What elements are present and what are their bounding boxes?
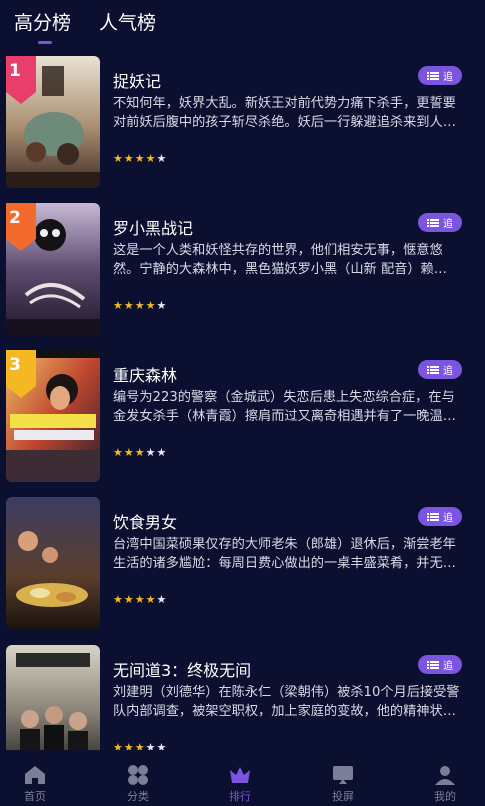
list-icon: [427, 660, 439, 670]
star-icon: ★: [145, 593, 156, 606]
star-rating: ★ ★ ★ ★ ★: [113, 593, 166, 607]
category-icon: [128, 765, 148, 785]
movie-title[interactable]: 重庆森林: [113, 362, 177, 386]
nav-label: 我的: [434, 790, 456, 803]
profile-icon: [435, 766, 455, 785]
star-icon: ★: [156, 593, 167, 606]
home-icon: [25, 766, 45, 784]
list-icon: [427, 218, 439, 228]
nav-category[interactable]: 分类: [108, 760, 168, 804]
list-icon: [427, 71, 439, 81]
star-rating: ★ ★ ★ ★ ★: [113, 446, 166, 460]
star-icon: ★: [145, 741, 156, 750]
tab-top-rated[interactable]: 高分榜: [14, 8, 71, 35]
nav-home[interactable]: 首页: [5, 760, 65, 804]
rank-number: 1: [9, 61, 21, 81]
star-icon: ★: [123, 299, 134, 312]
star-icon: ★: [145, 299, 156, 312]
ranking-list[interactable]: 1 捉妖记 不知何年，妖界大乱。新妖王对前代势力痛下杀手，更誓要对前妖后腹中的孩…: [0, 56, 485, 750]
star-icon: ★: [134, 593, 145, 606]
star-rating: ★ ★ ★ ★ ★: [113, 299, 166, 313]
rank-badge: 2: [6, 203, 36, 251]
star-icon: ★: [156, 152, 167, 165]
follow-label: 追: [443, 72, 453, 83]
star-icon: ★: [145, 152, 156, 165]
star-icon: ★: [113, 299, 123, 312]
star-icon: ★: [113, 593, 123, 606]
star-icon: ★: [113, 446, 123, 459]
rank-badge: 1: [6, 56, 36, 104]
active-tab-indicator: [38, 41, 52, 44]
bottom-nav: 首页 分类 排行 投屏 我的: [0, 756, 485, 806]
nav-label: 排行: [229, 790, 251, 803]
star-icon: ★: [134, 152, 145, 165]
follow-label: 追: [443, 219, 453, 230]
cast-screen-icon: [333, 766, 353, 784]
star-icon: ★: [156, 741, 167, 750]
movie-title[interactable]: 无间道3：终极无间: [113, 657, 251, 681]
movie-description: 这是一个人类和妖怪共存的世界，他们相安无事，惬意悠然。宁静的大森林中，黑色猫妖罗…: [113, 243, 447, 277]
star-icon: ★: [123, 593, 134, 606]
follow-button[interactable]: 追: [418, 66, 462, 85]
movie-description: 刘建明（刘德华）在陈永仁（梁朝伟）被杀10个月后接受警队内部调查，被架空职权，加…: [113, 685, 460, 719]
star-icon: ★: [156, 446, 167, 459]
star-icon: ★: [145, 446, 156, 459]
list-item[interactable]: 1 捉妖记 不知何年，妖界大乱。新妖王对前代势力痛下杀手，更誓要对前妖后腹中的孩…: [0, 56, 485, 188]
movie-poster[interactable]: [6, 645, 100, 750]
follow-button[interactable]: 追: [418, 655, 462, 674]
follow-label: 追: [443, 366, 453, 377]
nav-profile[interactable]: 我的: [415, 760, 475, 804]
ranking-crown-icon: [230, 767, 250, 783]
nav-label: 首页: [24, 790, 46, 803]
movie-description: 不知何年，妖界大乱。新妖王对前代势力痛下杀手，更誓要对前妖后腹中的孩子斩尽杀绝。…: [113, 96, 456, 130]
rank-number: 2: [9, 208, 21, 228]
star-icon: ★: [134, 741, 145, 750]
list-item[interactable]: 无间道3：终极无间 刘建明（刘德华）在陈永仁（梁朝伟）被杀10个月后接受警队内部…: [0, 645, 485, 750]
star-rating: ★ ★ ★ ★ ★: [113, 741, 166, 750]
movie-title[interactable]: 捉妖记: [113, 68, 161, 92]
star-icon: ★: [123, 152, 134, 165]
follow-label: 追: [443, 513, 453, 524]
star-rating: ★ ★ ★ ★ ★: [113, 152, 166, 166]
follow-button[interactable]: 追: [418, 360, 462, 379]
movie-title[interactable]: 罗小黑战记: [113, 215, 193, 239]
nav-ranking[interactable]: 排行: [210, 760, 270, 804]
star-icon: ★: [134, 299, 145, 312]
app-root: 高分榜 人气榜 1 捉妖记 不知何年，妖界大乱。新妖王对前代势力痛下杀手，更誓要…: [0, 0, 485, 806]
movie-description: 编号为223的警察（金城武）失恋后患上失恋综合症，在与金发女杀手（林青霞）擦肩而…: [113, 390, 456, 424]
list-item[interactable]: 2 罗小黑战记 这是一个人类和妖怪共存的世界，他们相安无事，惬意悠然。宁静的大森…: [0, 203, 485, 335]
rank-badge: 3: [6, 350, 36, 398]
star-icon: ★: [123, 446, 134, 459]
tab-popular[interactable]: 人气榜: [99, 8, 156, 35]
follow-button[interactable]: 追: [418, 213, 462, 232]
nav-label: 投屏: [332, 790, 354, 803]
list-item[interactable]: 3 重庆森林 编号为223的警察（金城武）失恋后患上失恋综合症，在与金发女杀手（…: [0, 350, 485, 482]
star-icon: ★: [113, 152, 123, 165]
nav-cast[interactable]: 投屏: [313, 760, 373, 804]
follow-button[interactable]: 追: [418, 507, 462, 526]
star-icon: ★: [134, 446, 145, 459]
movie-title[interactable]: 饮食男女: [113, 509, 177, 533]
movie-description: 台湾中国菜硕果仅存的大师老朱（郎雄）退休后，渐尝老年生活的诸多尴尬：每周日费心做…: [113, 537, 456, 571]
list-icon: [427, 512, 439, 522]
list-item[interactable]: 饮食男女 台湾中国菜硕果仅存的大师老朱（郎雄）退休后，渐尝老年生活的诸多尴尬：每…: [0, 497, 485, 629]
star-icon: ★: [123, 741, 134, 750]
top-tabs: 高分榜 人气榜: [0, 0, 485, 46]
follow-label: 追: [443, 661, 453, 672]
rank-number: 3: [9, 355, 21, 375]
nav-label: 分类: [127, 790, 149, 803]
star-icon: ★: [156, 299, 167, 312]
movie-poster[interactable]: [6, 497, 100, 629]
star-icon: ★: [113, 741, 123, 750]
list-icon: [427, 365, 439, 375]
